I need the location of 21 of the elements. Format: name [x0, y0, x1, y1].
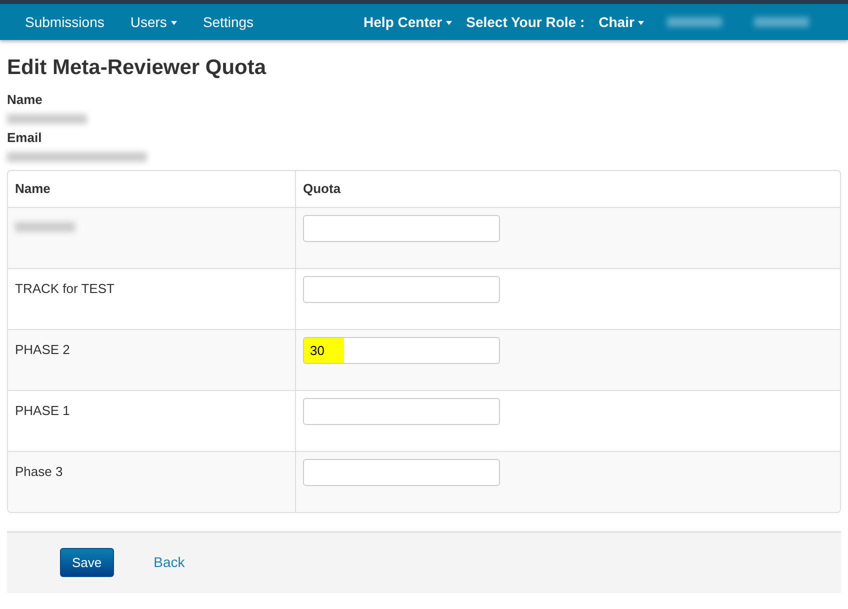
quota-input[interactable]: [303, 276, 500, 303]
quota-input[interactable]: [303, 214, 500, 242]
table-cell: Phase 3: [15, 464, 63, 479]
back-link[interactable]: Back: [154, 552, 185, 574]
table-cell: PHASE 2: [15, 342, 70, 357]
table-cell: PHASE 1: [15, 402, 70, 418]
nav-link[interactable]: Settings: [190, 12, 267, 32]
field-label: Name: [7, 92, 44, 108]
nav-link[interactable]: Submissions: [12, 12, 118, 32]
column-header: Quota: [302, 180, 342, 198]
quota-input[interactable]: [303, 398, 500, 425]
help-center-menu[interactable]: Help Center: [356, 12, 460, 32]
role-label: Select Your Role :: [465, 12, 586, 32]
nav-link[interactable]: Users: [117, 12, 190, 32]
save-button[interactable]: Save: [60, 548, 114, 578]
role-dropdown[interactable]: Chair: [592, 12, 652, 32]
quota-input[interactable]: 30: [303, 336, 500, 364]
field-label: Email: [7, 130, 43, 146]
page-title: Edit Meta-Reviewer Quota: [7, 55, 268, 80]
table-cell: TRACK for TEST: [15, 280, 114, 296]
quota-input[interactable]: [303, 458, 500, 486]
